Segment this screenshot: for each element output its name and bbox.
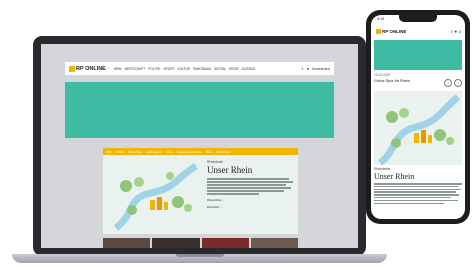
phone-article-kicker: Rheinfelde [374,167,391,171]
nav-item[interactable]: KULTUR [177,67,190,71]
nav-item[interactable]: POLITIK [148,67,160,71]
subnav-item[interactable]: Städte [116,150,124,154]
thumbnail-image[interactable] [103,238,151,248]
phone-meta-date: 19.12.2019 [374,73,390,77]
nav-item[interactable]: REISE [229,67,239,71]
nav-item[interactable]: SPORT [164,67,175,71]
nav-item[interactable]: DIGITAL [214,67,226,71]
subnav-item[interactable]: Fimes [165,150,173,154]
login-link[interactable]: Anmelden [312,66,330,71]
article-teaser[interactable]: RRM Städte Bewertung Leadinggrün Fimes B… [103,148,298,234]
phone-screen: 9:41 RP ONLINE ⌕ ● ≡ 19.12.2019 Grüne Sp… [371,15,465,219]
logo-text: RP ONLINE [76,65,106,72]
laptop-screen: RP ONLINE NRW WIRTSCHAFT POLITIK SPORT K… [41,44,358,248]
subnav-item[interactable]: Leadinggrün [146,150,162,154]
logo-text: RP ONLINE [382,29,407,34]
laptop-hinge-notch [176,254,224,257]
search-icon[interactable]: ⌕ [451,29,454,34]
phone-notch [399,15,437,22]
subnav-item[interactable]: Mitrbeitbeit [217,150,231,154]
nav-item[interactable]: NRW [114,67,122,71]
phone: 9:41 RP ONLINE ⌕ ● ≡ 19.12.2019 Grüne Sp… [366,10,470,224]
thumbnail-image[interactable] [201,238,249,248]
phone-article-headline[interactable]: Unser Rhein [374,172,462,181]
article-text: Rheinbote Unser Rhein Rheindörfer: ... R… [207,160,293,209]
nav-item[interactable]: WIRTSCHAFT [124,67,145,71]
header-actions: ⌕ ● Anmelden [301,66,330,71]
article-headline[interactable]: Unser Rhein [207,165,293,175]
bookmark-icon[interactable]: ☆ [454,79,462,87]
article-bullet: Rheinfeld: ... [207,204,223,209]
subnav-item[interactable]: RRM [106,150,112,154]
laptop: RP ONLINE NRW WIRTSCHAFT POLITIK SPORT K… [12,36,387,264]
rhine-illustration [113,162,198,231]
site-header: RP ONLINE NRW WIRTSCHAFT POLITIK SPORT K… [65,62,334,75]
menu-icon[interactable]: ≡ [458,29,461,34]
user-icon[interactable]: ● [307,66,309,71]
article-body-lines [207,178,293,195]
thumbnail-strip [103,238,298,248]
phone-article-body-lines [374,183,462,205]
thumbnail-image[interactable] [152,238,200,248]
thumbnail-image[interactable] [250,238,298,248]
ad-banner[interactable] [65,82,334,138]
section-subnav: RRM Städte Bewertung Leadinggrün Fimes B… [103,148,298,155]
phone-header-icons: ⌕ ● ≡ [451,29,461,34]
subnav-item[interactable]: Bewertung [128,150,141,154]
phone-status-time: 9:41 [377,16,385,21]
phone-ad-banner[interactable] [374,40,462,70]
nav-item[interactable]: PANORAMA [193,67,211,71]
main-nav: NRW WIRTSCHAFT POLITIK SPORT KULTUR PANO… [114,67,301,71]
nav-item[interactable]: GUSSAG [242,67,256,71]
share-icon[interactable]: ↗ [444,79,452,87]
logo-mark-icon [69,65,75,72]
phone-article-text: Rheinfelde Unser Rhein [374,167,462,205]
user-icon[interactable]: ● [454,29,457,34]
subnav-item[interactable]: Reise [206,150,213,154]
phone-rhine-illustration [374,91,462,165]
logo-mark-icon [376,29,381,34]
article-bullet: Rheindörfer: ... [207,197,226,202]
search-icon[interactable]: ⌕ [301,66,303,71]
phone-site-logo[interactable]: RP ONLINE [376,29,406,34]
site-logo[interactable]: RP ONLINE [69,65,106,72]
subnav-item[interactable]: Bewertungsberichte [177,150,202,154]
device-mockup-stage: RP ONLINE NRW WIRTSCHAFT POLITIK SPORT K… [0,0,472,270]
article-kicker: Rheinbote [207,160,223,164]
laptop-lid: RP ONLINE NRW WIRTSCHAFT POLITIK SPORT K… [33,36,366,256]
phone-share-buttons: ↗ ☆ [444,79,462,87]
